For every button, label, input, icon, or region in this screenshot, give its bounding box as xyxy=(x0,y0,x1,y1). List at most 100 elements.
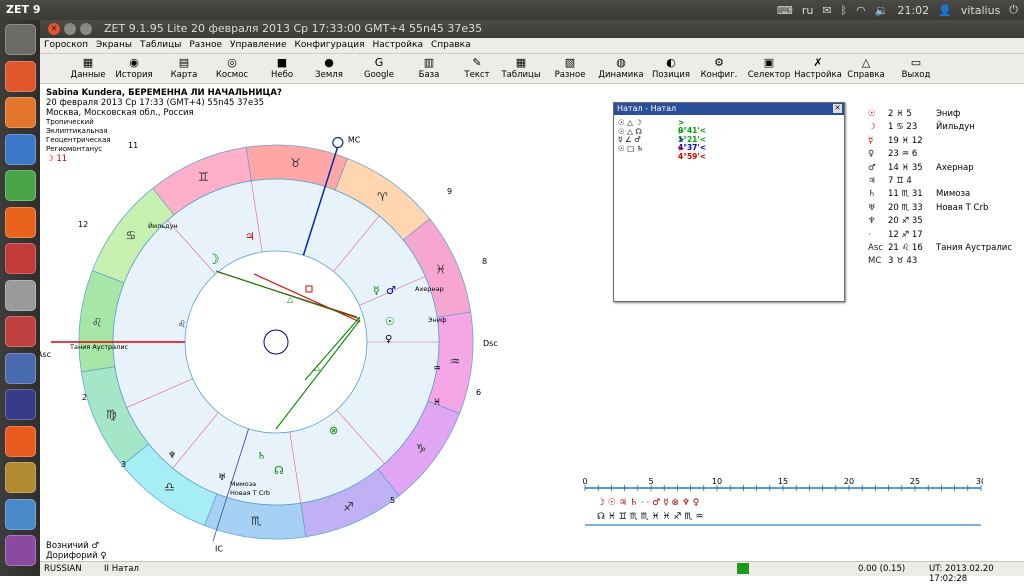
menu-item[interactable]: Настройка xyxy=(372,40,423,53)
planet-position: 19 ♓ 12 xyxy=(888,135,923,146)
toolbar-label: Настройка xyxy=(794,70,842,80)
planet-glyph-icon: ♌ xyxy=(178,320,186,330)
mail-icon[interactable]: ✉ xyxy=(822,4,831,17)
house-number: 11 xyxy=(128,141,138,150)
data-icon: ▦ xyxy=(82,56,94,69)
toolbar-button[interactable]: ▭ Выход xyxy=(892,56,940,80)
maximize-icon[interactable] xyxy=(80,23,92,35)
planet-glyph: ♃ xyxy=(868,176,876,186)
launcher-app-icon[interactable] xyxy=(5,279,36,311)
toolbar-button[interactable]: ● Земля xyxy=(305,56,353,80)
planet-row: ♆ 20 ♐ 35 xyxy=(868,216,1024,229)
planet-position: 21 ♌ 16 xyxy=(888,243,923,253)
aspect-row[interactable]: ☉ □ ♄ > 4°59'< xyxy=(618,144,706,160)
close-icon[interactable]: ✕ xyxy=(833,104,842,113)
launcher-app-icon[interactable] xyxy=(5,206,36,238)
menu-item[interactable]: Разное xyxy=(189,40,222,53)
launcher-app-icon[interactable] xyxy=(5,170,36,201)
fixed-stars-note: Возничий ♂ Дорифорий ♀ xyxy=(46,541,107,561)
user-name[interactable]: vitalius xyxy=(961,4,1000,17)
status-language: RUSSIAN xyxy=(44,564,82,574)
aspect-row[interactable]: ☿ ∠ ♂ > 4°37'< xyxy=(618,136,706,152)
toolbar-button[interactable]: ▦ Данные xyxy=(64,56,112,80)
toolbar-label: Позиция xyxy=(651,70,691,80)
menu-bar: Гороскоп Экраны Таблицы Разное Управление Кон… xyxy=(40,38,1024,54)
fixed-star-label: Йильдун xyxy=(148,221,178,230)
menu-item[interactable]: Гороскоп xyxy=(44,40,88,53)
planet-row: ☽ 1 ♋ 23 Йильдун xyxy=(868,122,1024,135)
menu-item[interactable]: Справка xyxy=(431,40,471,53)
toolbar-button[interactable]: G Google xyxy=(355,56,403,80)
wifi-icon[interactable]: ◠ xyxy=(856,4,866,17)
planet-glyph: ♅ xyxy=(868,202,876,213)
toolbar-button[interactable]: ▣ Селектор xyxy=(745,56,793,80)
toolbar-button[interactable]: ▤ Карта xyxy=(160,56,208,80)
bluetooth-icon[interactable]: ᛒ xyxy=(841,4,848,17)
launcher-app-icon[interactable] xyxy=(5,243,36,274)
planet-glyph: ☽ xyxy=(868,122,876,133)
fixed-star-label: Тания Аустралис xyxy=(69,343,129,351)
dialog-title-bar[interactable]: Натал - Натал ✕ xyxy=(614,103,844,115)
clock[interactable]: 21:02 xyxy=(897,4,929,17)
keyboard-layout[interactable]: ru xyxy=(802,4,814,17)
launcher-app-icon[interactable] xyxy=(5,97,36,128)
toolbar-label: История xyxy=(115,70,153,80)
toolbar-button[interactable]: ◍ Динамика xyxy=(597,56,645,80)
planet-row: ☉ 2 ♓ 5 Эниф xyxy=(868,109,1024,122)
toolbar-button[interactable]: ▦ Таблицы xyxy=(497,56,545,80)
menu-item[interactable]: Конфигурация xyxy=(294,40,364,53)
toolbar-button[interactable]: ✎ Текст xyxy=(453,56,501,80)
natal-wheel[interactable]: ♈ ♉ ♊ ♋ ♌ ♍ ♎ ♏ ♐ ♑ ♒ ♓ Dsc Asc MC IC 11 12 2 3 5 6 8 9 △ △ ☽ ♃ ☿ ♂ ☉ ♀… xyxy=(40,84,560,562)
toolbar-button[interactable]: △ Справка xyxy=(842,56,890,80)
toolbar-button[interactable]: ◉ История xyxy=(110,56,158,80)
close-icon[interactable]: ✕ xyxy=(48,23,60,35)
toolbar-label: Разное xyxy=(554,70,586,80)
menu-item[interactable]: Таблицы xyxy=(140,40,181,53)
tables-icon: ▦ xyxy=(515,56,527,69)
toolbar-button[interactable]: ✗ Настройка xyxy=(794,56,842,80)
launcher-app-icon[interactable] xyxy=(5,60,36,92)
launcher-app-icon[interactable] xyxy=(5,535,36,566)
menu-item[interactable]: Экраны xyxy=(96,40,132,53)
toolbar-button[interactable]: ⚙ Конфиг. xyxy=(695,56,743,80)
minimize-icon[interactable] xyxy=(64,23,76,35)
toolbar-button[interactable]: ◐ Позиция xyxy=(647,56,695,80)
menu-item[interactable]: Управление xyxy=(230,40,286,53)
aspect-row[interactable]: ☉ △ ☽ > 0°41'< xyxy=(618,119,706,135)
aspect-dialog[interactable]: Натал - Натал ✕ ☉ △ ☽ > 0°41'< ☉ △ ☊ > 1°21'… xyxy=(613,102,845,302)
window-titlebar[interactable]: ✕ ZET 9.1.95 Lite 20 февраля 2013 Ср 17:… xyxy=(40,20,1024,38)
launcher-app-icon[interactable] xyxy=(5,133,36,165)
launcher-app-icon[interactable] xyxy=(5,24,36,55)
toolbar-button[interactable]: ▥ База xyxy=(405,56,453,80)
misc-icon: ▧ xyxy=(564,56,576,69)
keyboard-icon[interactable]: ⌨ xyxy=(777,4,793,17)
dynamics-icon: ◍ xyxy=(616,56,626,69)
toolbar-label: Текст xyxy=(464,70,490,80)
status-value: 0.00 (0.15) xyxy=(858,564,906,574)
planet-row: Asc 21 ♌ 16 Тания Аустралис xyxy=(868,243,1024,256)
toolbar-button[interactable]: ■ Небо xyxy=(258,56,306,80)
launcher-app-icon[interactable] xyxy=(5,352,36,384)
launcher-app-icon[interactable] xyxy=(5,425,36,457)
selector-icon: ▣ xyxy=(763,56,775,69)
toolbar-button[interactable]: ▧ Разное xyxy=(546,56,594,80)
launcher-app-icon[interactable] xyxy=(5,389,36,420)
launcher-app-icon[interactable] xyxy=(5,462,36,493)
planet-glyph-icon: ♒ xyxy=(433,364,441,374)
config-icon: ⚙ xyxy=(714,56,724,69)
power-icon[interactable]: ⏻ xyxy=(1009,3,1018,17)
toolbar-button[interactable]: ◎ Космос xyxy=(208,56,256,80)
trine-aspect-icon: △ xyxy=(287,295,294,304)
launcher-app-icon[interactable] xyxy=(5,498,36,530)
volume-icon[interactable]: 🔉 xyxy=(875,4,889,17)
launcher xyxy=(0,20,40,576)
map-icon: ▤ xyxy=(178,56,190,69)
planet-glyph-icon: ☊ xyxy=(274,464,284,477)
planet-star: Эниф xyxy=(936,109,961,119)
scale-label: 0 xyxy=(583,478,588,486)
database-icon: ▥ xyxy=(423,56,435,69)
scale-label: 5 xyxy=(648,478,653,486)
launcher-app-icon[interactable] xyxy=(5,316,36,347)
user-icon[interactable]: 👤 xyxy=(938,4,952,17)
exit-icon: ▭ xyxy=(910,56,922,69)
